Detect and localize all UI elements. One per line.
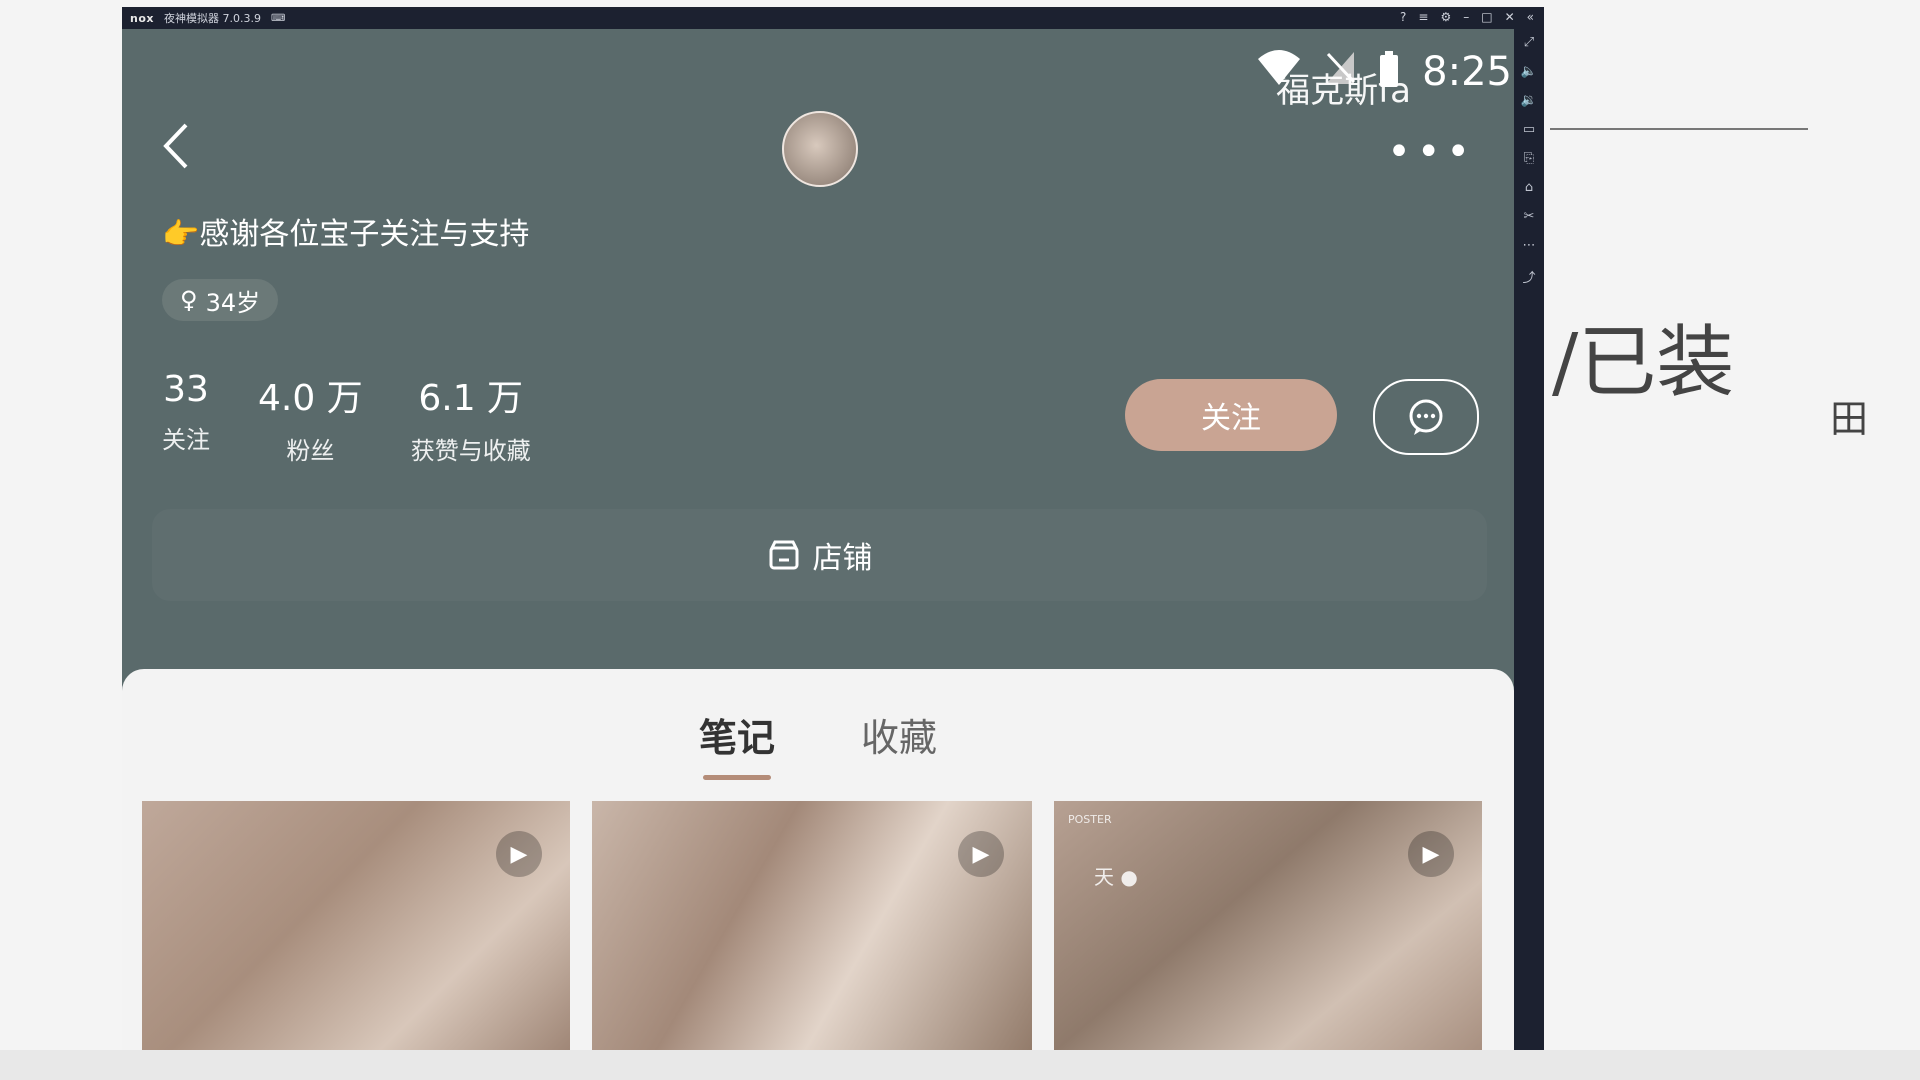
female-icon: ♀ <box>180 286 198 314</box>
note-card[interactable]: ▶ <box>592 801 1032 1050</box>
more-tools-icon[interactable]: ⋯ <box>1523 238 1536 253</box>
phone-screen: 8:25 福克斯fa ••• 👉感谢各位宝子关注与支持 ♀ 34岁 33 关注 … <box>122 29 1514 1050</box>
stat-number: 33 <box>163 369 209 410</box>
stat-number: 4.0 万 <box>258 378 363 419</box>
content-tabs: 笔记 收藏 <box>122 707 1514 780</box>
stat-number: 6.1 万 <box>418 378 524 419</box>
stat-label: 获赞与收藏 <box>410 437 531 465</box>
note-card[interactable]: ▶ <box>142 801 570 1050</box>
stat-likes[interactable]: 6.1 万 获赞与收藏 <box>411 369 531 466</box>
stat-followers[interactable]: 4.0 万 粉丝 <box>258 369 363 466</box>
fullscreen-icon[interactable]: ⤢ <box>1524 35 1534 50</box>
avatar[interactable] <box>782 111 858 187</box>
home-icon[interactable]: ⌂ <box>1525 180 1533 195</box>
tab-notes[interactable]: 笔记 <box>699 707 775 780</box>
volume-up-icon[interactable]: 🔉 <box>1521 93 1537 108</box>
more-options-icon[interactable]: ••• <box>1387 129 1476 175</box>
tab-collections[interactable]: 收藏 <box>861 707 937 780</box>
note-overlay-text: 天 ● <box>1094 865 1138 889</box>
play-icon: ▶ <box>1408 831 1454 877</box>
gamepad-icon[interactable]: ⌨ <box>271 13 285 24</box>
whiteboard-rule-line <box>1550 128 1808 130</box>
screen-icon[interactable]: ▭ <box>1523 122 1535 137</box>
share-icon[interactable]: ⤴ <box>1522 267 1535 286</box>
stat-label: 粉丝 <box>286 437 335 465</box>
minimize-icon[interactable]: – <box>1463 10 1469 24</box>
volume-down-icon[interactable]: 🔈 <box>1521 64 1537 79</box>
store-label: 店铺 <box>812 541 873 576</box>
whiteboard-scribble: /已装 <box>1552 318 1735 408</box>
play-icon: ▶ <box>958 831 1004 877</box>
message-button[interactable] <box>1373 379 1479 455</box>
play-icon: ▶ <box>496 831 542 877</box>
emulator-toolbar: ⤢ 🔈 🔉 ▭ ⎘ ⌂ ✂ ⋯ ⤴ <box>1514 29 1544 1056</box>
note-caption: POSTER <box>1068 813 1112 826</box>
note-card[interactable]: POSTER 天 ● ▶ <box>1054 801 1482 1050</box>
stat-following[interactable]: 33 关注 <box>162 369 210 466</box>
back-icon[interactable] <box>160 121 190 181</box>
taskbar-strip <box>0 1050 1920 1080</box>
window-controls: ? ≡ ⚙ – □ ✕ « <box>1400 10 1534 24</box>
content-panel: 笔记 收藏 ▶ ▶ POSTER 天 ● ▶ <box>122 669 1514 1050</box>
collapse-sidebar-icon[interactable]: « <box>1527 10 1534 24</box>
age-badge: ♀ 34岁 <box>162 279 279 321</box>
scissors-icon[interactable]: ✂ <box>1524 209 1535 224</box>
emulator-window: nox 夜神模拟器 7.0.3.9 ⌨ ? ≡ ⚙ – □ ✕ « ⤢ 🔈 🔉 … <box>122 7 1544 1056</box>
status-bar: 8:25 福克斯fa <box>1256 47 1514 111</box>
settings-icon[interactable]: ⚙ <box>1440 10 1451 24</box>
emulator-title: 夜神模拟器 7.0.3.9 <box>163 12 261 25</box>
store-entry[interactable]: 店铺 <box>152 509 1487 601</box>
help-icon[interactable]: ? <box>1400 10 1406 24</box>
profile-stats: 33 关注 4.0 万 粉丝 6.1 万 获赞与收藏 <box>162 369 531 466</box>
store-icon <box>769 540 798 570</box>
age-text: 34岁 <box>205 288 261 317</box>
overlay-watermark-text: 福克斯fa <box>1276 71 1411 111</box>
install-apk-icon[interactable]: ⎘ <box>1524 151 1534 166</box>
follow-button[interactable]: 关注 <box>1125 379 1337 451</box>
whiteboard-scribble-small: 田 <box>1830 397 1869 441</box>
status-time: 8:25 <box>1422 49 1512 95</box>
notes-grid: ▶ ▶ POSTER 天 ● ▶ <box>142 801 1482 1050</box>
chat-icon <box>1409 399 1443 435</box>
emulator-logo: nox <box>130 11 154 25</box>
profile-bio: 👉感谢各位宝子关注与支持 <box>162 217 530 252</box>
maximize-icon[interactable]: □ <box>1481 10 1492 24</box>
menu-icon[interactable]: ≡ <box>1418 10 1428 24</box>
stat-label: 关注 <box>162 426 210 454</box>
close-icon[interactable]: ✕ <box>1505 10 1515 24</box>
emulator-titlebar: nox 夜神模拟器 7.0.3.9 ⌨ ? ≡ ⚙ – □ ✕ « <box>122 7 1544 29</box>
